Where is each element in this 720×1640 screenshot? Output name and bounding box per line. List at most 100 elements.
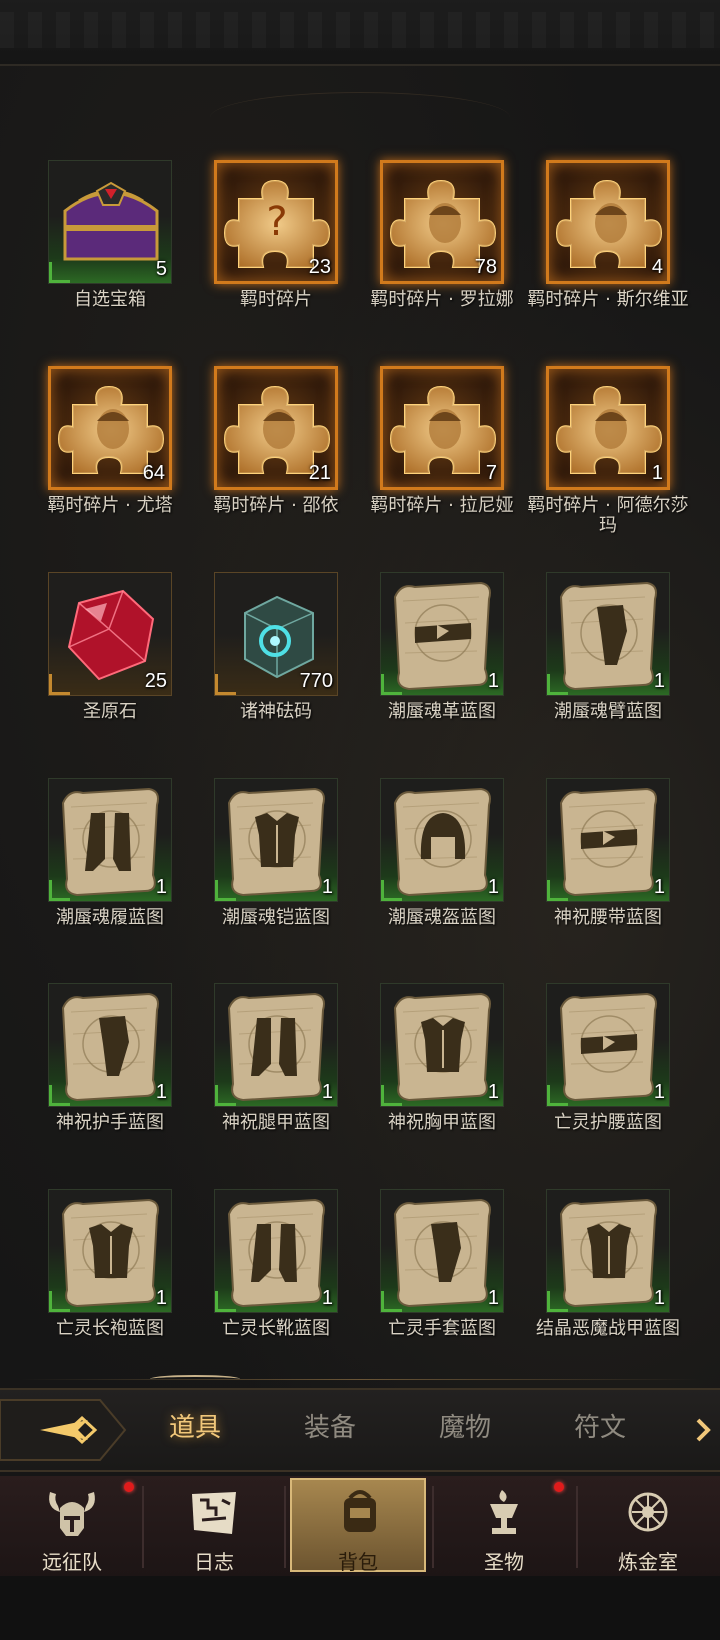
inventory-item[interactable]: 1 亡灵护腰蓝图 bbox=[523, 983, 693, 1173]
horned-helmet-icon bbox=[49, 1492, 95, 1536]
item-name: 潮蜃魂革蓝图 bbox=[388, 701, 496, 722]
backpack-icon bbox=[344, 1490, 376, 1532]
item-slot[interactable]: 1 bbox=[380, 983, 504, 1107]
item-slot[interactable]: 1 bbox=[48, 778, 172, 902]
inventory-item[interactable]: 78 羁时碎片 · 罗拉娜 bbox=[357, 160, 527, 350]
notification-dot bbox=[124, 1482, 134, 1492]
inventory-item[interactable]: 1 亡灵长靴蓝图 bbox=[191, 1189, 361, 1379]
item-slot[interactable]: 5 bbox=[48, 160, 172, 284]
scroll-helmet-icon bbox=[393, 787, 491, 897]
item-name: 圣原石 bbox=[83, 701, 137, 722]
item-count: 21 bbox=[308, 462, 331, 484]
item-slot[interactable]: 1 bbox=[214, 778, 338, 902]
inventory-item[interactable]: 4 羁时碎片 · 斯尔维亚 bbox=[523, 160, 693, 350]
inventory-item[interactable]: 1 神祝胸甲蓝图 bbox=[357, 983, 527, 1173]
item-slot[interactable]: 1 bbox=[546, 366, 670, 490]
item-name: 神祝腿甲蓝图 bbox=[222, 1112, 330, 1133]
item-slot[interactable]: 1 bbox=[380, 572, 504, 696]
inventory-item[interactable]: 1 神祝腰带蓝图 bbox=[523, 778, 693, 968]
inventory-item[interactable]: 1 潮蜃魂臂蓝图 bbox=[523, 572, 693, 762]
scroll-armor-icon bbox=[393, 992, 491, 1102]
item-slot[interactable]: 1 bbox=[214, 1189, 338, 1313]
scroll-arm-icon bbox=[61, 992, 159, 1102]
scroll-boots-icon bbox=[227, 1198, 325, 1308]
scroll-armor-icon bbox=[61, 1198, 159, 1308]
inventory-item[interactable]: 1 神祝腿甲蓝图 bbox=[191, 983, 361, 1173]
item-slot[interactable]: 770 bbox=[214, 572, 338, 696]
nav-label: 炼金室 bbox=[618, 1550, 678, 1574]
scroll-arm-icon bbox=[393, 1198, 491, 1308]
item-slot[interactable]: 1 bbox=[214, 983, 338, 1107]
tab-runes[interactable]: 符文 bbox=[545, 1408, 655, 1448]
inventory-item[interactable]: 1 潮蜃魂革蓝图 bbox=[357, 572, 527, 762]
scroll-boots-icon bbox=[61, 787, 159, 897]
item-name: 潮蜃魂履蓝图 bbox=[56, 907, 164, 928]
item-slot[interactable]: 1 bbox=[380, 778, 504, 902]
item-slot[interactable]: 1 bbox=[546, 983, 670, 1107]
inventory-item[interactable]: 770 诸神砝码 bbox=[191, 572, 361, 762]
nav-label: 圣物 bbox=[484, 1550, 524, 1574]
svg-text:?: ? bbox=[266, 199, 287, 245]
item-slot[interactable]: 1 bbox=[546, 1189, 670, 1313]
tab-monsters[interactable]: 魔物 bbox=[410, 1408, 520, 1448]
inventory-item[interactable]: 1 结晶恶魔战甲蓝图 bbox=[523, 1189, 693, 1379]
item-slot[interactable]: 21 bbox=[214, 366, 338, 490]
item-slot[interactable]: 78 bbox=[380, 160, 504, 284]
nav-backpack[interactable]: 背包 bbox=[290, 1478, 426, 1574]
scroll-arm-icon bbox=[559, 581, 657, 691]
item-slot[interactable]: 1 bbox=[380, 1189, 504, 1313]
inventory-item[interactable]: 5 自选宝箱 bbox=[25, 160, 195, 350]
inventory-item[interactable]: 1 潮蜃魂履蓝图 bbox=[25, 778, 195, 968]
item-slot[interactable]: 1 bbox=[546, 778, 670, 902]
inventory-item[interactable]: 25 圣原石 bbox=[25, 572, 195, 762]
item-count: 1 bbox=[321, 876, 333, 898]
item-slot[interactable]: 1 bbox=[48, 1189, 172, 1313]
nav-divider bbox=[142, 1486, 144, 1568]
nav-journal[interactable]: 日志 bbox=[146, 1480, 282, 1576]
inventory-item[interactable]: 21 羁时碎片 · 邵依 bbox=[191, 366, 361, 556]
nav-alchemy[interactable]: 炼金室 bbox=[580, 1480, 716, 1576]
item-slot[interactable]: 4 bbox=[546, 160, 670, 284]
scroll-armor-icon bbox=[227, 787, 325, 897]
inventory-item[interactable]: 7 羁时碎片 · 拉尼娅 bbox=[357, 366, 527, 556]
item-count: 1 bbox=[653, 1287, 665, 1309]
back-arrow-icon[interactable] bbox=[0, 1390, 130, 1470]
chevron-right-icon[interactable] bbox=[694, 1416, 712, 1444]
item-count: 64 bbox=[142, 462, 165, 484]
item-count: 1 bbox=[155, 1081, 167, 1103]
item-name: 神祝腰带蓝图 bbox=[554, 907, 662, 928]
item-count: 78 bbox=[474, 256, 497, 278]
item-slot[interactable]: ? 23 bbox=[214, 160, 338, 284]
inventory-item[interactable]: 1 亡灵长袍蓝图 bbox=[25, 1189, 195, 1379]
item-slot[interactable]: 1 bbox=[546, 572, 670, 696]
item-slot[interactable]: 25 bbox=[48, 572, 172, 696]
inventory-item[interactable]: 1 潮蜃魂盔蓝图 bbox=[357, 778, 527, 968]
scroll-armor-icon bbox=[559, 1198, 657, 1308]
item-slot[interactable]: 1 bbox=[48, 983, 172, 1107]
item-name: 潮蜃魂臂蓝图 bbox=[554, 701, 662, 722]
inventory-item[interactable]: 64 羁时碎片 · 尤塔 bbox=[25, 366, 195, 556]
item-name: 亡灵长袍蓝图 bbox=[56, 1318, 164, 1339]
item-name: 亡灵手套蓝图 bbox=[388, 1318, 496, 1339]
nav-expedition[interactable]: 远征队 bbox=[4, 1480, 140, 1576]
item-slot[interactable]: 7 bbox=[380, 366, 504, 490]
inventory-item[interactable]: ? 23 羁时碎片 bbox=[191, 160, 361, 350]
inventory-item[interactable]: 1 神祝护手蓝图 bbox=[25, 983, 195, 1173]
scroll-belt-icon bbox=[559, 787, 657, 897]
nav-divider bbox=[576, 1486, 578, 1568]
inventory-item[interactable]: 1 潮蜃魂铠蓝图 bbox=[191, 778, 361, 968]
item-slot[interactable]: 64 bbox=[48, 366, 172, 490]
item-name: 羁时碎片 · 斯尔维亚 bbox=[527, 289, 689, 310]
item-name: 结晶恶魔战甲蓝图 bbox=[536, 1318, 680, 1339]
inventory-item[interactable]: 1 亡灵手套蓝图 bbox=[357, 1189, 527, 1379]
inventory-item[interactable]: 1 羁时碎片 · 阿德尔莎玛 bbox=[523, 366, 693, 556]
tab-items[interactable]: 道具 bbox=[140, 1408, 250, 1448]
tab-equipment[interactable]: 装备 bbox=[275, 1408, 385, 1448]
map-scroll-icon bbox=[192, 1492, 236, 1534]
inventory-grid: 5 自选宝箱 ? 23 羁时碎片 78 羁时碎片 · 罗拉娜 4 羁时碎片 · 斯尔维亚 … bbox=[0, 0, 720, 1380]
item-name: 潮蜃魂盔蓝图 bbox=[388, 907, 496, 928]
scroll-belt-icon bbox=[393, 581, 491, 691]
item-name: 羁时碎片 bbox=[240, 289, 312, 310]
item-count: 1 bbox=[487, 670, 499, 692]
nav-relics[interactable]: 圣物 bbox=[436, 1480, 572, 1576]
